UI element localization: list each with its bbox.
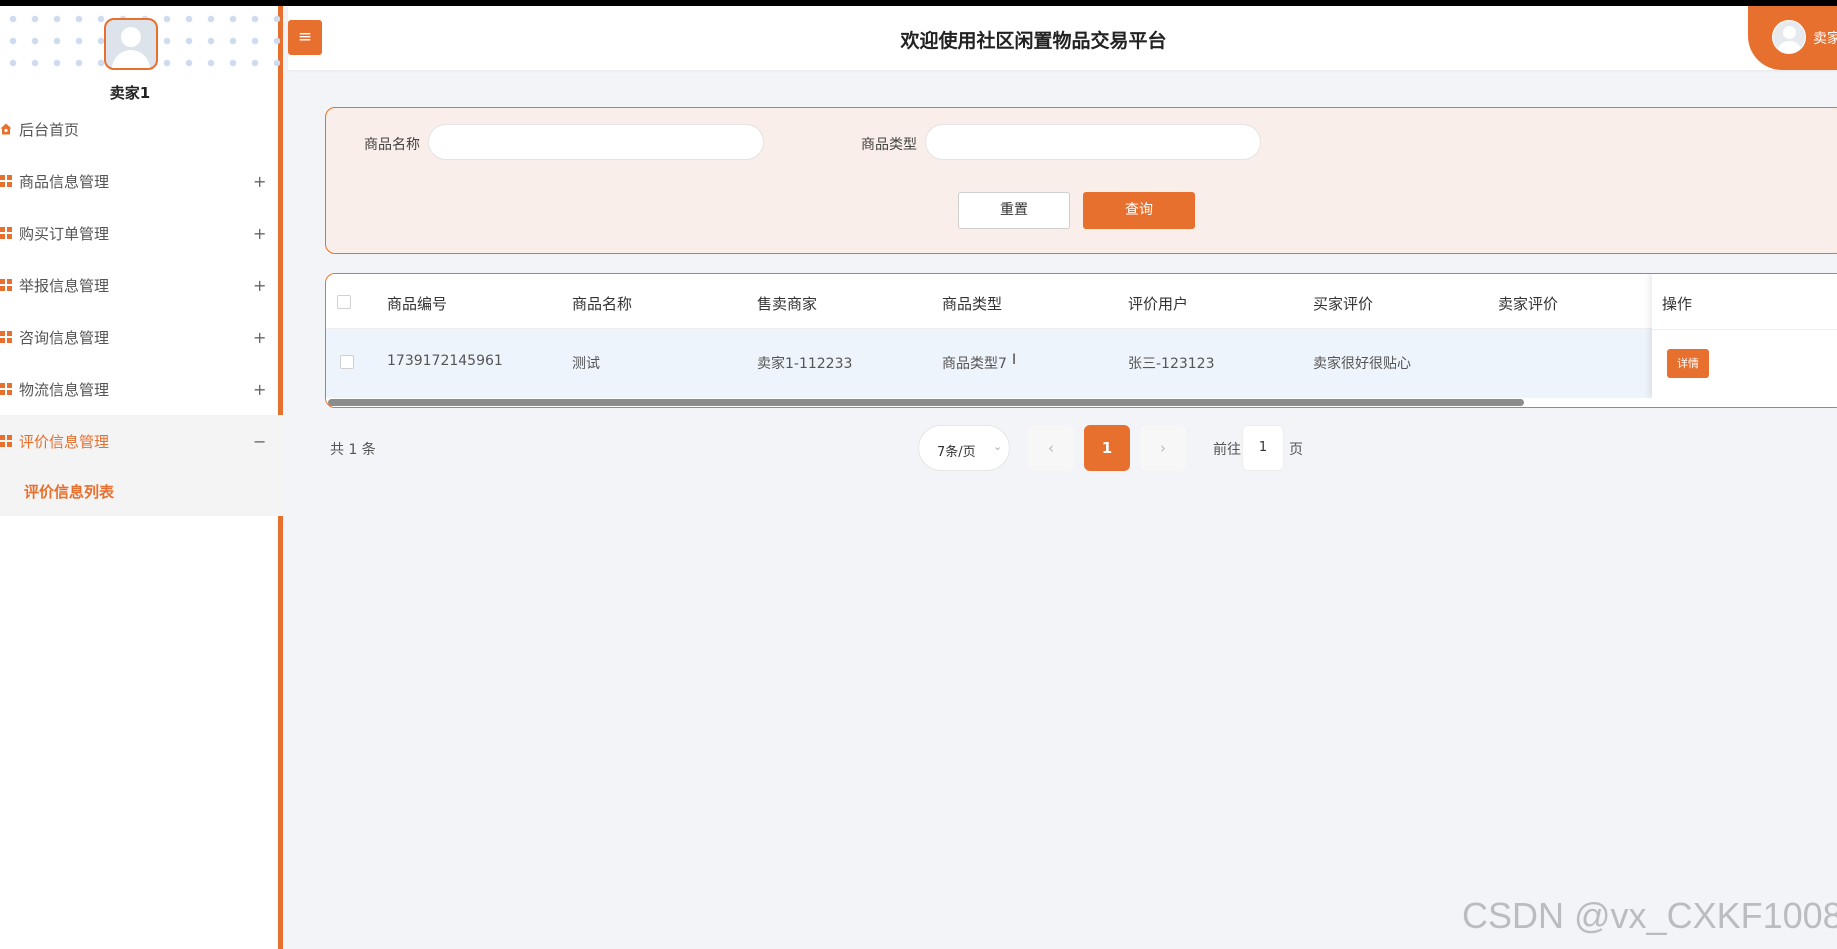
page-size-select[interactable]: 7条/页 ⌄ (918, 425, 1010, 471)
cell-goods-type: 商品类型7 (942, 356, 1007, 372)
column-header[interactable]: 商品类型 (942, 293, 1002, 314)
grid-icon (0, 383, 12, 395)
query-button[interactable]: 查询 (1083, 192, 1195, 229)
collapse-icon[interactable]: − (253, 432, 266, 451)
cell-review-user: 张三-123123 (1128, 356, 1215, 372)
sidebar-item-label: 商品信息管理 (19, 172, 110, 191)
sidebar-user-name: 卖家1 (109, 84, 151, 102)
page-size-value: 7条/页 (937, 445, 976, 460)
row-checkbox[interactable] (340, 355, 354, 369)
grid-icon (0, 331, 12, 343)
goto-page-input[interactable]: 1 (1242, 425, 1284, 471)
column-header[interactable]: 卖家评价 (1498, 293, 1558, 314)
grid-icon (0, 175, 12, 187)
text-cursor-icon: I (1012, 352, 1017, 368)
sidebar-menu: 后台首页 商品信息管理 + 购买订单管理 + 举报信息管理 + 咨询信息管理 +… (0, 103, 283, 516)
grid-icon (0, 435, 12, 447)
table-header: 商品编号 商品名称 售卖商家 商品类型 评价用户 买家评价 卖家评价 (326, 274, 1837, 329)
fixed-action-column: 操作 详情 (1652, 274, 1837, 398)
cell-goods-id: 1739172145961 (387, 353, 503, 369)
column-header: 操作 (1662, 295, 1693, 313)
goods-type-label: 商品类型 (861, 137, 917, 153)
sidebar-item-home[interactable]: 后台首页 (0, 103, 283, 155)
column-header[interactable]: 商品名称 (572, 293, 632, 314)
grid-icon (0, 279, 12, 291)
expand-icon[interactable]: + (253, 328, 266, 347)
avatar-head-shape (121, 27, 141, 47)
sidebar-item-logistics[interactable]: 物流信息管理 + (0, 363, 283, 415)
home-icon (0, 123, 12, 135)
column-header[interactable]: 买家评价 (1313, 293, 1373, 314)
cell-buyer-review: 卖家很好很贴心 (1313, 356, 1411, 372)
sidebar-item-consult[interactable]: 咨询信息管理 + (0, 311, 283, 363)
sidebar-item-label: 购买订单管理 (19, 224, 110, 243)
top-header: ≡ 欢迎使用社区闲置物品交易平台 卖家 (288, 6, 1837, 70)
horizontal-scrollbar-thumb[interactable] (328, 399, 1524, 406)
total-count: 共 1 条 (330, 442, 376, 458)
page-1-button[interactable]: 1 (1084, 425, 1130, 471)
cell-goods-name: 测试 (572, 356, 600, 372)
expand-icon[interactable]: + (253, 172, 266, 191)
goods-name-label: 商品名称 (364, 137, 420, 153)
review-table: 商品编号 商品名称 售卖商家 商品类型 评价用户 买家评价 卖家评价 17391… (325, 273, 1837, 408)
sidebar-item-label: 物流信息管理 (19, 380, 110, 399)
divider (1652, 329, 1837, 330)
page-title: 欢迎使用社区闲置物品交易平台 (900, 30, 1167, 52)
prev-page-button[interactable]: ‹ (1028, 425, 1074, 471)
sidebar-subitem-review-list[interactable]: 评价信息列表 (0, 467, 283, 516)
sidebar-item-label: 举报信息管理 (19, 276, 110, 295)
expand-icon[interactable]: + (253, 224, 266, 243)
chevron-down-icon: ⌄ (993, 440, 1003, 453)
user-avatar (1772, 20, 1806, 54)
sidebar-item-goods[interactable]: 商品信息管理 + (0, 155, 283, 207)
goto-prefix: 前往 (1213, 442, 1241, 458)
sidebar-item-label: 后台首页 (19, 120, 80, 139)
goods-type-input[interactable] (925, 124, 1261, 160)
sidebar-item-label: 咨询信息管理 (19, 328, 110, 347)
column-header[interactable]: 商品编号 (387, 293, 447, 314)
user-name: 卖家 (1813, 31, 1837, 47)
expand-icon[interactable]: + (253, 380, 266, 399)
watermark: CSDN @vx_CXKF10088 (1462, 895, 1837, 936)
expand-icon[interactable]: + (253, 276, 266, 295)
user-menu[interactable]: 卖家 (1748, 6, 1837, 70)
cell-seller: 卖家1-112233 (757, 356, 853, 372)
sidebar-item-reviews[interactable]: 评价信息管理 − (0, 415, 283, 467)
column-header[interactable]: 售卖商家 (757, 293, 817, 314)
goods-name-input[interactable] (428, 124, 764, 160)
column-header[interactable]: 评价用户 (1128, 293, 1188, 314)
sidebar-subitem-label: 评价信息列表 (24, 483, 115, 501)
goto-suffix: 页 (1289, 442, 1303, 458)
avatar[interactable] (104, 18, 158, 70)
table-row[interactable]: 1739172145961 测试 卖家1-112233 商品类型7 I 张三-1… (326, 329, 1837, 398)
sidebar-item-orders[interactable]: 购买订单管理 + (0, 207, 283, 259)
next-page-button[interactable]: › (1140, 425, 1186, 471)
sidebar-item-reports[interactable]: 举报信息管理 + (0, 259, 283, 311)
avatar-body-shape (112, 50, 150, 68)
reset-button[interactable]: 重置 (958, 192, 1070, 229)
grid-icon (0, 227, 12, 239)
select-all-checkbox[interactable] (337, 295, 351, 309)
sidebar-item-label: 评价信息管理 (19, 432, 110, 451)
search-panel: 商品名称 商品类型 重置 查询 (325, 107, 1837, 254)
detail-button[interactable]: 详情 (1667, 349, 1709, 378)
